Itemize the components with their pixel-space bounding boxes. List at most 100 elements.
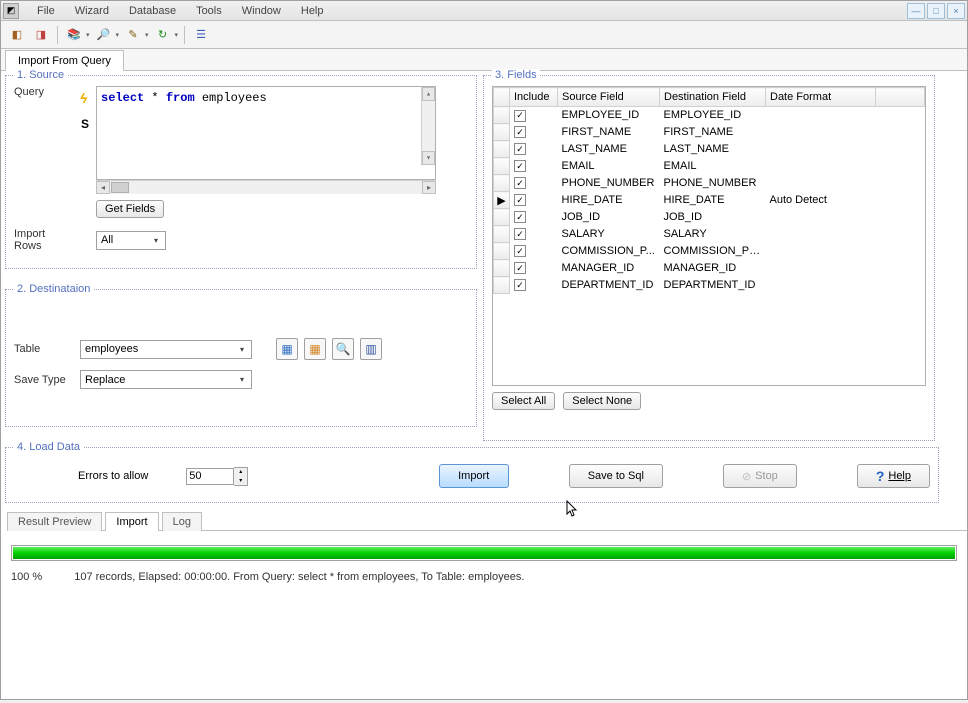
tab-log[interactable]: Log [162, 512, 202, 531]
table-row[interactable]: ▶✓HIRE_DATEHIRE_DATEAuto Detect [494, 192, 925, 209]
menu-wizard[interactable]: Wizard [65, 3, 119, 19]
cell-dest[interactable]: EMPLOYEE_ID [660, 107, 766, 124]
cell-src[interactable]: SALARY [558, 226, 660, 243]
include-checkbox[interactable]: ✓ [514, 211, 526, 223]
include-checkbox[interactable]: ✓ [514, 177, 526, 189]
col-dest[interactable]: Destination Field [660, 88, 766, 107]
list-icon[interactable]: ☰ [191, 25, 211, 45]
help-button[interactable]: ?Help [857, 464, 930, 488]
import-rows-label: Import Rows [14, 228, 74, 252]
include-checkbox[interactable]: ✓ [514, 228, 526, 240]
table-row[interactable]: ✓ LAST_NAMELAST_NAME [494, 141, 925, 158]
cell-dest[interactable]: EMAIL [660, 158, 766, 175]
table-combo[interactable]: employees ▾ [80, 340, 252, 359]
table-row[interactable]: ✓ FIRST_NAMEFIRST_NAME [494, 124, 925, 141]
select-all-button[interactable]: Select All [492, 392, 555, 410]
table-row[interactable]: ✓ MANAGER_IDMANAGER_ID [494, 260, 925, 277]
sql-icon[interactable]: S [80, 116, 90, 132]
cell-fmt[interactable]: Auto Detect [766, 192, 876, 209]
cell-dest[interactable]: PHONE_NUMBER [660, 175, 766, 192]
menu-help[interactable]: Help [291, 3, 334, 19]
table-row[interactable]: ✓ JOB_IDJOB_ID [494, 209, 925, 226]
columns-icon[interactable]: ▥ [360, 338, 382, 360]
table-row[interactable]: ✓ EMPLOYEE_IDEMPLOYEE_ID [494, 107, 925, 124]
table-row[interactable]: ✓ PHONE_NUMBERPHONE_NUMBER [494, 175, 925, 192]
cell-fmt[interactable] [766, 209, 876, 226]
select-none-button[interactable]: Select None [563, 392, 641, 410]
tab-result-preview[interactable]: Result Preview [7, 512, 102, 531]
cell-src[interactable]: HIRE_DATE [558, 192, 660, 209]
new-table-icon[interactable]: ▦ [276, 338, 298, 360]
cell-dest[interactable]: COMMISSION_PCT [660, 243, 766, 260]
cell-src[interactable]: MANAGER_ID [558, 260, 660, 277]
save-type-combo[interactable]: Replace ▾ [80, 370, 252, 389]
cell-dest[interactable]: MANAGER_ID [660, 260, 766, 277]
col-source[interactable]: Source Field [558, 88, 660, 107]
cell-dest[interactable]: JOB_ID [660, 209, 766, 226]
table-row[interactable]: ✓ COMMISSION_P...COMMISSION_PCT [494, 243, 925, 260]
cell-fmt[interactable] [766, 260, 876, 277]
new-connection-icon[interactable]: ◧ [7, 25, 27, 45]
menu-window[interactable]: Window [232, 3, 291, 19]
cell-fmt[interactable] [766, 243, 876, 260]
disconnect-icon[interactable]: ◨ [31, 25, 51, 45]
cell-fmt[interactable] [766, 124, 876, 141]
get-fields-button[interactable]: Get Fields [96, 200, 164, 218]
cell-fmt[interactable] [766, 277, 876, 294]
query-vscroll[interactable]: ▴ ▾ [421, 87, 435, 165]
include-checkbox[interactable]: ✓ [514, 110, 526, 122]
fields-grid[interactable]: Include Source Field Destination Field D… [492, 86, 926, 386]
open-table-icon[interactable]: ▦ [304, 338, 326, 360]
menu-tools[interactable]: Tools [186, 3, 232, 19]
include-checkbox[interactable]: ✓ [514, 262, 526, 274]
table-row[interactable]: ✓ DEPARTMENT_IDDEPARTMENT_ID [494, 277, 925, 294]
cell-fmt[interactable] [766, 141, 876, 158]
cell-dest[interactable]: FIRST_NAME [660, 124, 766, 141]
cell-fmt[interactable] [766, 226, 876, 243]
cell-src[interactable]: DEPARTMENT_ID [558, 277, 660, 294]
import-button[interactable]: Import [439, 464, 509, 488]
close-button[interactable]: × [947, 3, 965, 19]
find-icon[interactable]: 🔎▾ [94, 25, 120, 45]
tab-import-from-query[interactable]: Import From Query [5, 50, 124, 71]
errors-allowed-input[interactable]: ▴▾ [186, 467, 248, 486]
cell-dest[interactable]: HIRE_DATE [660, 192, 766, 209]
include-checkbox[interactable]: ✓ [514, 245, 526, 257]
cell-dest[interactable]: DEPARTMENT_ID [660, 277, 766, 294]
save-to-sql-button[interactable]: Save to Sql [569, 464, 663, 488]
maximize-button[interactable]: □ [927, 3, 945, 19]
tab-import[interactable]: Import [105, 512, 158, 531]
query-hscroll[interactable]: ◂ ▸ [96, 180, 436, 194]
cell-src[interactable]: JOB_ID [558, 209, 660, 226]
edit-icon[interactable]: ✎▾ [123, 25, 149, 45]
cell-fmt[interactable] [766, 175, 876, 192]
table-row[interactable]: ✓ SALARYSALARY [494, 226, 925, 243]
minimize-button[interactable]: — [907, 3, 925, 19]
cell-src[interactable]: EMAIL [558, 158, 660, 175]
cell-src[interactable]: FIRST_NAME [558, 124, 660, 141]
cell-dest[interactable]: SALARY [660, 226, 766, 243]
include-checkbox[interactable]: ✓ [514, 126, 526, 138]
refresh-icon[interactable]: ↻▾ [153, 25, 179, 45]
import-rows-combo[interactable]: All ▾ [96, 231, 166, 250]
cell-fmt[interactable] [766, 107, 876, 124]
query-textarea[interactable]: select * from employees ▴ ▾ [96, 86, 436, 180]
col-format[interactable]: Date Format [766, 88, 876, 107]
cell-src[interactable]: PHONE_NUMBER [558, 175, 660, 192]
cell-fmt[interactable] [766, 158, 876, 175]
col-include[interactable]: Include [510, 88, 558, 107]
execute-icon[interactable]: ϟ [80, 90, 90, 106]
include-checkbox[interactable]: ✓ [514, 160, 526, 172]
cell-src[interactable]: EMPLOYEE_ID [558, 107, 660, 124]
books-icon[interactable]: 📚▾ [64, 25, 90, 45]
menu-file[interactable]: File [27, 3, 65, 19]
include-checkbox[interactable]: ✓ [514, 194, 526, 206]
cell-dest[interactable]: LAST_NAME [660, 141, 766, 158]
include-checkbox[interactable]: ✓ [514, 279, 526, 291]
table-row[interactable]: ✓ EMAILEMAIL [494, 158, 925, 175]
include-checkbox[interactable]: ✓ [514, 143, 526, 155]
preview-table-icon[interactable]: 🔍 [332, 338, 354, 360]
menu-database[interactable]: Database [119, 3, 186, 19]
cell-src[interactable]: COMMISSION_P... [558, 243, 660, 260]
cell-src[interactable]: LAST_NAME [558, 141, 660, 158]
